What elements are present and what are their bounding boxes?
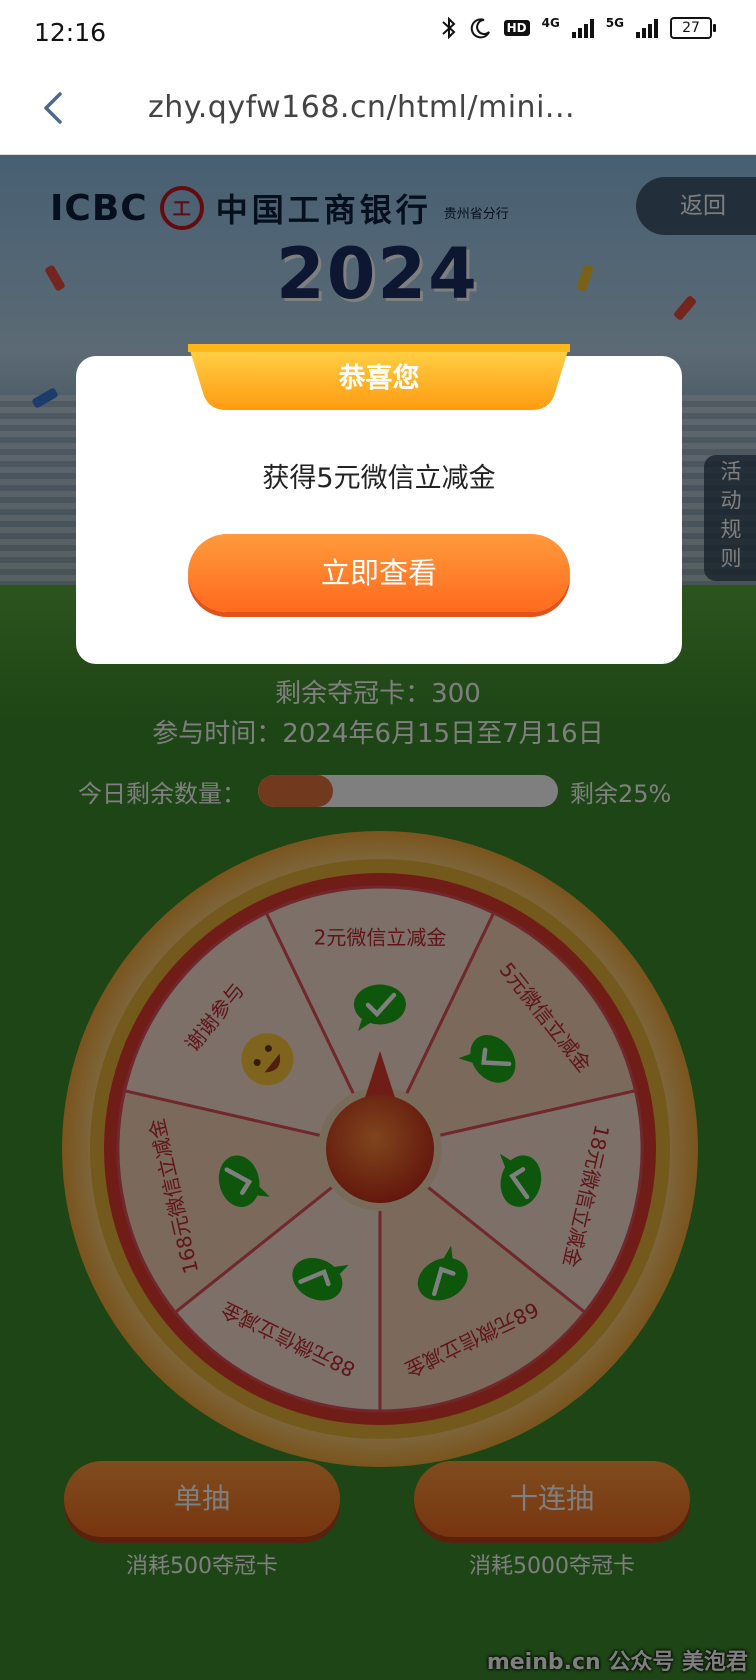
bluetooth-icon: [441, 16, 456, 40]
signal-icon: [571, 18, 594, 38]
status-icons: HD 4G 5G 27: [440, 16, 716, 40]
net2-label: 5G: [605, 16, 624, 30]
view-now-button[interactable]: 立即查看: [188, 534, 570, 612]
signal-icon-2: [636, 18, 658, 38]
dialog-title: 恭喜您: [338, 363, 420, 394]
status-time: 12:16: [34, 18, 107, 47]
net1-label: 4G: [541, 16, 560, 30]
status-bar: 12:16 HD 4G 5G 27: [0, 0, 756, 68]
prize-dialog: 恭喜您 获得5元微信立减金 立即查看: [76, 344, 682, 664]
dialog-message: 获得5元微信立减金: [262, 463, 496, 494]
hd-badge: HD: [503, 20, 530, 36]
battery-icon: 27: [670, 17, 716, 39]
back-arrow-icon[interactable]: [34, 88, 74, 128]
browser-url-bar: zhy.qyfw168.cn/html/mini...: [0, 68, 756, 155]
moon-icon: [470, 18, 490, 39]
url-text[interactable]: zhy.qyfw168.cn/html/mini...: [148, 90, 575, 125]
